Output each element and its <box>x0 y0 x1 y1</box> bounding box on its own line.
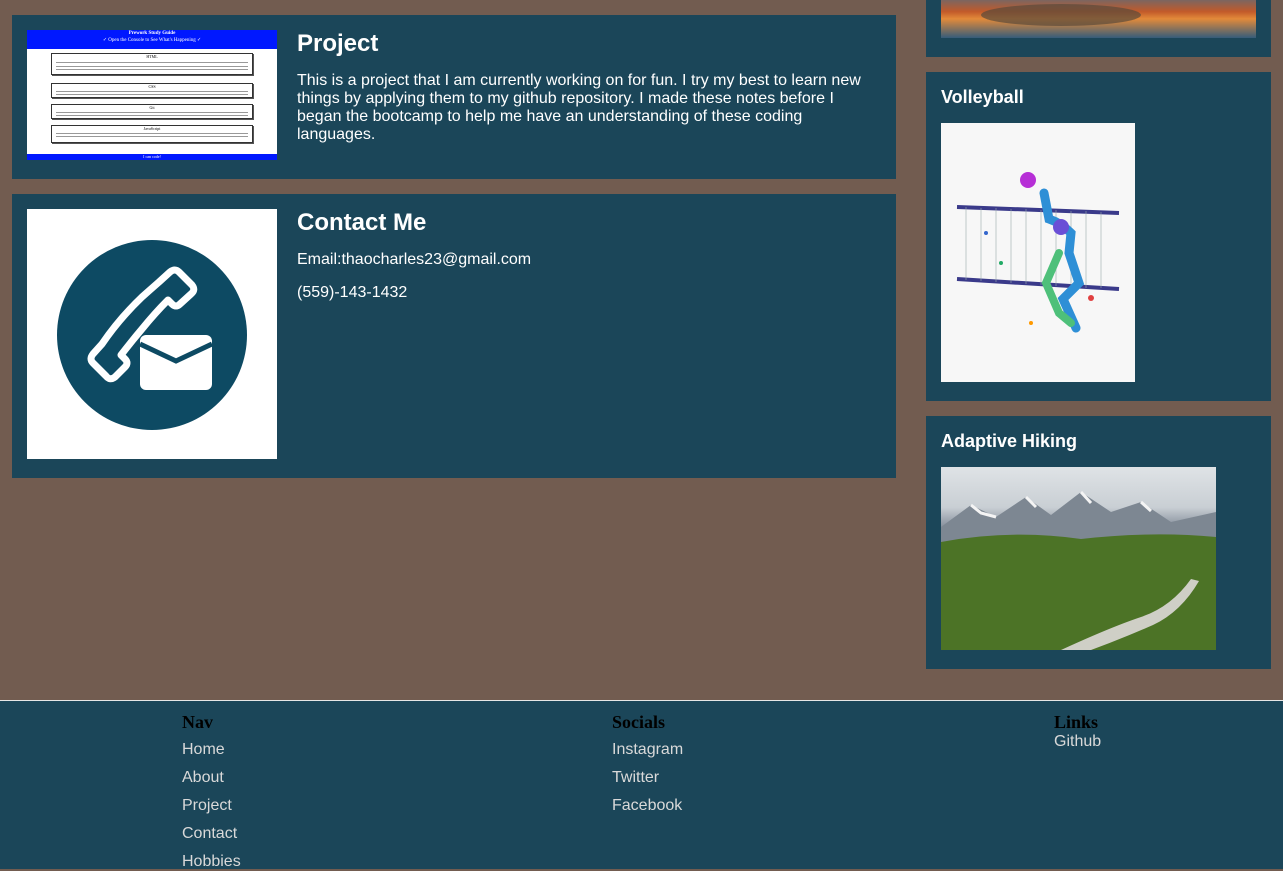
thumbnail-subheading: ✓ Open the Console to See What's Happeni… <box>102 38 202 43</box>
hobby-image <box>941 0 1256 38</box>
footer-link-facebook[interactable]: Facebook <box>612 797 683 815</box>
footer-link-hobbies[interactable]: Hobbies <box>182 853 241 871</box>
phone-mail-icon <box>57 240 247 430</box>
footer-link-instagram[interactable]: Instagram <box>612 741 683 759</box>
project-thumbnail: Prework Study Guide ✓ Open the Console t… <box>27 30 277 160</box>
footer-nav: Nav Home About Project Contact Hobbies <box>182 711 241 871</box>
hobby-title: Volleyball <box>941 87 1024 107</box>
footer-link-about[interactable]: About <box>182 769 241 787</box>
project-description: This is a project that I am currently wo… <box>297 72 861 143</box>
hiking-image <box>941 467 1216 650</box>
contact-phone: (559)-143-1432 <box>297 284 408 301</box>
thumbnail-heading: Prework Study Guide <box>128 31 176 36</box>
contact-image <box>27 209 277 459</box>
footer-link-home[interactable]: Home <box>182 741 241 759</box>
footer-links-heading: Links <box>1054 712 1099 732</box>
contact-title: Contact Me <box>297 209 427 236</box>
thumbnail-footer: I can code! <box>27 154 277 160</box>
thumbnail-section: CSS <box>51 83 253 98</box>
footer-link-github[interactable]: Github <box>1054 733 1101 751</box>
thumbnail-section: Git <box>51 104 253 119</box>
hobby-card <box>926 0 1271 57</box>
project-card: Prework Study Guide ✓ Open the Console t… <box>12 15 896 179</box>
footer-link-project[interactable]: Project <box>182 797 241 815</box>
thumbnail-section: JavaScript <box>51 125 253 143</box>
footer-links: Links Github <box>1054 711 1101 751</box>
footer-link-contact[interactable]: Contact <box>182 825 241 843</box>
contact-card: Contact Me Email:thaocharles23@gmail.com… <box>12 194 896 478</box>
project-title: Project <box>297 30 379 57</box>
hobby-card-hiking: Adaptive Hiking <box>926 416 1271 669</box>
thumbnail-section: HTML <box>51 53 253 75</box>
footer-socials-heading: Socials <box>612 712 666 732</box>
footer-nav-heading: Nav <box>182 712 213 732</box>
footer-socials: Socials Instagram Twitter Facebook <box>612 711 683 815</box>
hobby-card-volleyball: Volleyball <box>926 72 1271 401</box>
site-footer: Nav Home About Project Contact Hobbies S… <box>0 700 1283 871</box>
hobby-title: Adaptive Hiking <box>941 431 1078 451</box>
footer-link-twitter[interactable]: Twitter <box>612 769 683 787</box>
volleyball-image <box>941 123 1135 382</box>
contact-email: Email:thaocharles23@gmail.com <box>297 251 532 268</box>
